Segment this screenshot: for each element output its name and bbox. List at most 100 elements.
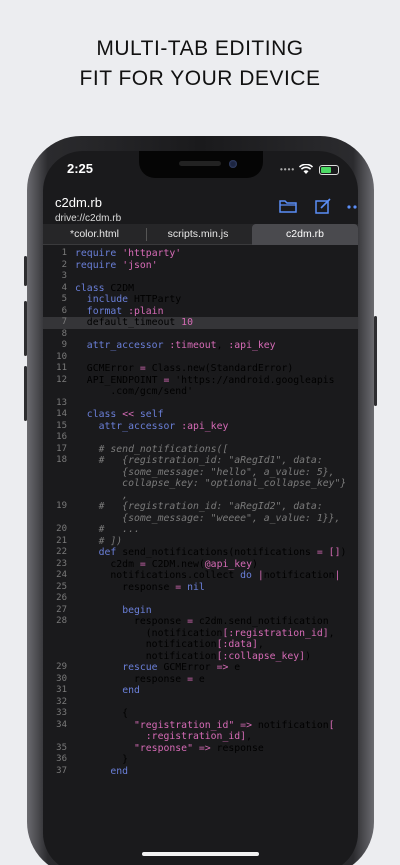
code-line[interactable]: 6 format :plain xyxy=(43,306,358,318)
code-line[interactable]: 4 class C2DM xyxy=(43,283,358,295)
code-line[interactable]: notification[:collapse_key]) xyxy=(43,651,358,663)
more-icon[interactable] xyxy=(345,198,358,214)
code-text: notification[:collapse_key]) xyxy=(75,650,311,662)
line-number: 17 xyxy=(56,443,67,454)
code-line[interactable]: 2 require 'json' xyxy=(43,260,358,272)
code-text: "response" => response xyxy=(133,742,264,754)
code-line[interactable]: 1 require 'httparty' xyxy=(43,248,358,260)
code-line[interactable]: 36 } xyxy=(43,754,358,766)
tab-scripts-min-js[interactable]: scripts.min.js xyxy=(147,224,249,245)
code-text: end xyxy=(122,685,140,696)
code-line[interactable]: 24 notifications.collect do |notificatio… xyxy=(43,570,358,582)
code-line[interactable]: 33 { xyxy=(43,708,358,720)
code-line[interactable]: 35 "response" => response xyxy=(43,743,358,755)
code-line[interactable]: 20 # ... xyxy=(43,524,358,536)
code-line[interactable]: 5 include HTTParty xyxy=(43,294,358,306)
line-number: 18 xyxy=(56,455,67,465)
code-line[interactable]: 7 default_timeout 10 xyxy=(43,317,358,329)
code-line[interactable]: 29 rescue GCMError => e xyxy=(43,662,358,674)
status-time: 2:25 xyxy=(67,161,94,176)
line-number: 1 xyxy=(61,248,67,258)
line-number: 26 xyxy=(56,593,67,603)
code-line[interactable]: 26 xyxy=(43,593,358,605)
code-text: class C2DM xyxy=(75,282,134,294)
line-number: 25 xyxy=(56,581,67,592)
code-line[interactable]: {some_message: "hello", a_value: 5}, xyxy=(43,467,358,479)
line-number: 27 xyxy=(56,604,67,615)
code-line[interactable]: 25 response = nil xyxy=(43,582,358,594)
line-number: 20 xyxy=(56,524,67,534)
code-text: require 'json' xyxy=(75,259,158,271)
code-line[interactable]: :registration_id], xyxy=(43,731,358,743)
line-number: 5 xyxy=(61,294,67,304)
line-number: 29 xyxy=(56,662,67,672)
code-line[interactable]: 18 # {registration_id: "aRegId1", data: xyxy=(43,455,358,467)
code-line[interactable]: {some_message: "weeee", a_value: 1}}, xyxy=(43,513,358,525)
code-line[interactable]: 22 def send_notifications(notifications … xyxy=(43,547,358,559)
tab-bar: *color.html scripts.min.js c2dm.rb xyxy=(43,224,358,245)
file-path: drive://c2dm.rb xyxy=(55,213,122,224)
code-text: { xyxy=(75,708,129,719)
code-line[interactable]: .com/gcm/send' xyxy=(43,386,358,398)
code-line[interactable]: 14 class << self xyxy=(43,409,358,421)
side-button xyxy=(24,256,27,286)
line-number: 9 xyxy=(61,340,67,350)
code-line[interactable]: 17 # send_notifications([ xyxy=(43,444,358,456)
code-line[interactable]: 37 end xyxy=(43,766,358,778)
code-editor[interactable]: 1 require 'httparty' 2 require 'json' 3 4 clas… xyxy=(43,246,358,865)
code-text: default_timeout 10 xyxy=(75,317,193,328)
code-line[interactable]: 10 xyxy=(43,352,358,364)
line-number: 2 xyxy=(61,259,67,270)
line-number: 10 xyxy=(56,351,67,362)
line-number: 23 xyxy=(56,558,67,569)
line-number: 14 xyxy=(56,409,67,419)
code-line[interactable]: collapse_key: "optional_collapse_key"} xyxy=(43,478,358,490)
phone-frame: 2:25 •••• c2dm.rb drive://c2dm.rb *color… xyxy=(24,136,377,865)
code-text: collapse_key: "optional_collapse_key"} xyxy=(75,478,347,489)
code-text: format :plain xyxy=(86,305,164,317)
code-line[interactable]: 16 xyxy=(43,432,358,444)
home-indicator[interactable] xyxy=(142,852,259,856)
code-line[interactable]: 11 GCMError = Class.new(StandardError) xyxy=(43,363,358,375)
line-number: 34 xyxy=(56,719,67,730)
code-line[interactable]: notification[:data], xyxy=(43,639,358,651)
line-number: 16 xyxy=(56,432,67,442)
line-number: 35 xyxy=(56,742,67,753)
code-text: "registration_id" => notification[ xyxy=(133,719,335,731)
code-line[interactable]: 31 end xyxy=(43,685,358,697)
code-line[interactable]: (notification[:registration_id], xyxy=(43,628,358,640)
code-line[interactable]: 19 # {registration_id: "aRegId2", data: xyxy=(43,501,358,513)
code-text: response = nil xyxy=(75,581,205,593)
line-number: 8 xyxy=(61,328,67,339)
code-text: attr_accessor :timeout, :api_key xyxy=(86,340,276,351)
tab-c2dm-rb[interactable]: c2dm.rb xyxy=(252,224,358,245)
code-text: # send_notifications([ xyxy=(75,443,229,455)
line-number: 28 xyxy=(56,616,67,626)
code-line[interactable]: 12 API_ENDPOINT = 'https://android.googl… xyxy=(43,375,358,387)
code-text: API_ENDPOINT = 'https://android.googleap… xyxy=(75,374,335,386)
code-line[interactable]: 15 attr_accessor :api_key xyxy=(43,421,358,433)
folder-icon[interactable] xyxy=(278,198,298,214)
code-line[interactable]: 32 xyxy=(43,697,358,709)
code-text: require 'httparty' xyxy=(75,248,182,259)
code-line[interactable]: 9 attr_accessor :timeout, :api_key xyxy=(43,340,358,352)
promo-title: MULTI-TAB EDITING FIT FOR YOUR DEVICE xyxy=(0,34,400,94)
tab-color-html[interactable]: *color.html xyxy=(43,224,146,245)
edit-icon[interactable] xyxy=(313,198,333,214)
code-text: def send_notifications(notifications = [… xyxy=(98,547,347,558)
code-text: .com/gcm/send' xyxy=(75,386,193,397)
line-number: 19 xyxy=(56,501,67,511)
code-text: {some_message: "weeee", a_value: 1}}, xyxy=(75,512,341,524)
code-line[interactable]: , xyxy=(43,490,358,502)
code-line[interactable]: 28 response = c2dm.send_notification xyxy=(43,616,358,628)
code-line[interactable]: 21 # ]) xyxy=(43,536,358,548)
code-line[interactable]: 30 response = e xyxy=(43,674,358,686)
code-line[interactable]: 8 xyxy=(43,329,358,341)
code-line[interactable]: 23 c2dm = C2DM.new(@api_key) xyxy=(43,559,358,571)
code-text: class << self xyxy=(86,409,164,420)
code-text: GCMError = Class.new(StandardError) xyxy=(75,363,294,374)
code-line[interactable]: 34 "registration_id" => notification[ xyxy=(43,720,358,732)
code-line[interactable]: 27 begin xyxy=(43,605,358,617)
code-line[interactable]: 13 xyxy=(43,398,358,410)
code-line[interactable]: 3 xyxy=(43,271,358,283)
